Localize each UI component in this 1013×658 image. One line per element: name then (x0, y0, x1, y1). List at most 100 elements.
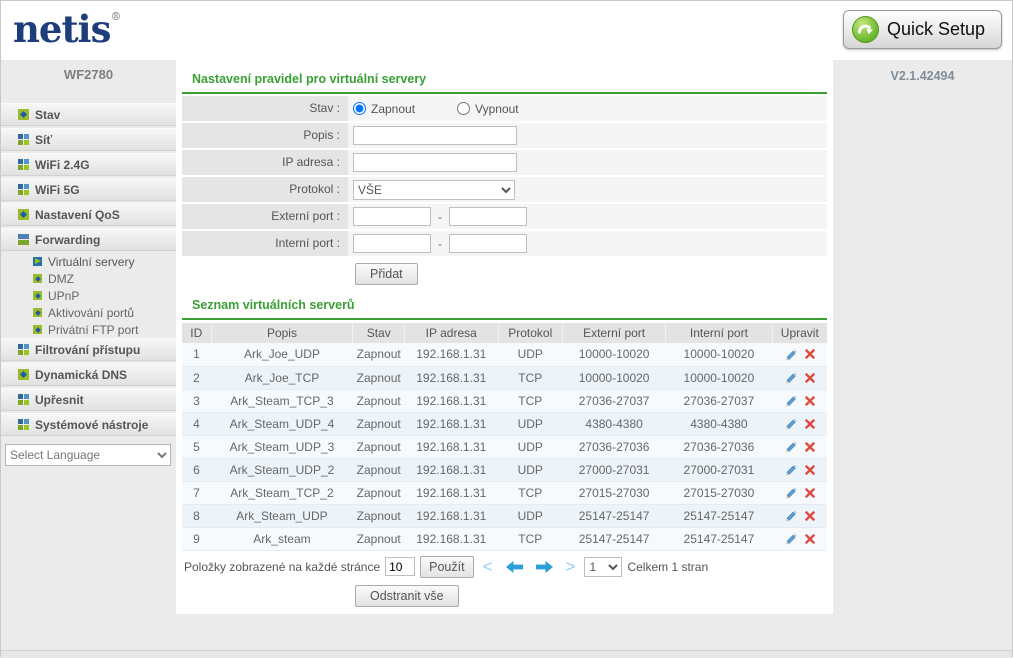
table-cell: 3 (182, 389, 211, 412)
sidebar-item-11[interactable]: Filtrování přístupu (1, 338, 176, 361)
sidebar-item-0[interactable]: Stav (1, 103, 176, 126)
delete-x-icon[interactable] (804, 348, 816, 360)
sidebar-item-12[interactable]: Dynamická DNS (1, 363, 176, 386)
table-cell-actions (772, 435, 827, 458)
delete-x-icon[interactable] (804, 418, 816, 430)
form-row-external-port: Externí port : - (182, 204, 827, 229)
last-page-icon[interactable]: > (562, 558, 580, 575)
radio-disabled[interactable] (457, 102, 470, 115)
table-cell: Zapnout (353, 458, 405, 481)
sidebar-item-4[interactable]: Nastavení QoS (1, 203, 176, 226)
delete-all-row: Odstranit vše (355, 582, 827, 610)
table-cell: 27000-27031 (563, 458, 666, 481)
edit-pencil-icon[interactable] (784, 394, 797, 407)
delete-x-icon[interactable] (804, 510, 816, 522)
delete-x-icon[interactable] (804, 395, 816, 407)
edit-pencil-icon[interactable] (784, 509, 797, 522)
status-off-radio[interactable]: Vypnout (457, 102, 519, 116)
ip-label: IP adresa : (182, 150, 348, 175)
apply-button[interactable]: Použít (420, 556, 473, 578)
next-page-icon[interactable] (532, 560, 557, 574)
protocol-select[interactable]: VŠE (353, 180, 515, 200)
table-cell: 25147-25147 (666, 527, 772, 550)
table-cell: Zapnout (353, 481, 405, 504)
sidebar-item-label: Privátní FTP port (48, 323, 138, 337)
description-input[interactable] (353, 126, 517, 145)
sidebar-item-1[interactable]: Síť (1, 128, 176, 151)
sidebar-item-7[interactable]: DMZ (1, 270, 176, 287)
table-row: 8Ark_Steam_UDPZapnout192.168.1.31UDP2514… (182, 504, 827, 527)
column-header: IP adresa (405, 323, 499, 343)
delete-x-icon[interactable] (804, 464, 816, 476)
sidebar-item-label: Forwarding (35, 233, 100, 247)
column-header: Upravit (772, 323, 827, 343)
table-row: 7Ark_Steam_TCP_2Zapnout192.168.1.31TCP27… (182, 481, 827, 504)
sidebar-item-label: Síť (35, 133, 52, 147)
sidebar-item-8[interactable]: UPnP (1, 287, 176, 304)
sidebar-item-label: WiFi 2.4G (35, 158, 90, 172)
sidebar-item-10[interactable]: Privátní FTP port (1, 321, 176, 338)
grid-icon (18, 184, 29, 195)
diamond-icon (18, 369, 29, 380)
edit-pencil-icon[interactable] (784, 348, 797, 361)
sidebar-item-6[interactable]: Virtuální servery (1, 253, 176, 270)
column-header: Externí port (563, 323, 666, 343)
edit-pencil-icon[interactable] (784, 417, 797, 430)
table-cell: 10000-10020 (563, 343, 666, 366)
radio-enabled[interactable] (353, 102, 366, 115)
first-page-icon[interactable]: < (479, 558, 497, 575)
sidebar-item-label: Nastavení QoS (35, 208, 120, 222)
edit-pencil-icon[interactable] (784, 440, 797, 453)
page-body: WF2780 StavSíťWiFi 2.4GWiFi 5GNastavení … (1, 60, 1012, 650)
sidebar-item-2[interactable]: WiFi 2.4G (1, 153, 176, 176)
internal-port-to-input[interactable] (449, 234, 527, 253)
table-cell: UDP (498, 458, 563, 481)
quick-setup-label: Quick Setup (887, 19, 985, 40)
diamond-sub-icon (33, 291, 42, 300)
status-label: Stav : (182, 96, 348, 121)
form-section-title: Nastavení pravidel pro virtuální servery (182, 66, 827, 92)
total-pages-label: Celkem 1 stran (627, 560, 708, 574)
quick-setup-button[interactable]: Quick Setup (843, 10, 1002, 49)
sidebar-item-5[interactable]: Forwarding (1, 228, 176, 251)
delete-x-icon[interactable] (804, 533, 816, 545)
sidebar-item-label: Dynamická DNS (35, 368, 127, 382)
table-cell: Ark_Joe_TCP (211, 366, 353, 389)
edit-pencil-icon[interactable] (784, 371, 797, 384)
internal-port-from-input[interactable] (353, 234, 431, 253)
delete-all-button[interactable]: Odstranit vše (355, 585, 459, 607)
delete-x-icon[interactable] (804, 372, 816, 384)
external-port-to-input[interactable] (449, 207, 527, 226)
sidebar-item-13[interactable]: Upřesnit (1, 388, 176, 411)
edit-pencil-icon[interactable] (784, 463, 797, 476)
table-row: 3Ark_Steam_TCP_3Zapnout192.168.1.31TCP27… (182, 389, 827, 412)
table-cell: TCP (498, 527, 563, 550)
previous-page-icon[interactable] (502, 560, 527, 574)
table-cell: Zapnout (353, 389, 405, 412)
table-row: 5Ark_Steam_UDP_3Zapnout192.168.1.31UDP27… (182, 435, 827, 458)
table-cell: 10000-10020 (666, 343, 772, 366)
add-button[interactable]: Přidat (355, 263, 418, 285)
status-on-radio[interactable]: Zapnout (353, 102, 415, 116)
ip-input[interactable] (353, 153, 517, 172)
delete-x-icon[interactable] (804, 441, 816, 453)
table-cell: 27036-27037 (666, 389, 772, 412)
grid-icon (18, 344, 29, 355)
grid-icon (18, 134, 29, 145)
external-port-from-input[interactable] (353, 207, 431, 226)
table-cell: 4380-4380 (666, 412, 772, 435)
sidebar-nav: Stav Síť WiFi 2.4G WiFi 5G Nastavení QoS Forw… (1, 103, 176, 436)
sidebar-item-label: Filtrování přístupu (35, 343, 140, 357)
page-select[interactable]: 1 (584, 557, 622, 577)
items-per-page-input[interactable] (385, 557, 415, 576)
sidebar-item-14[interactable]: Systémové nástroje (1, 413, 176, 436)
sidebar-item-9[interactable]: Aktivování portů (1, 304, 176, 321)
delete-x-icon[interactable] (804, 487, 816, 499)
edit-pencil-icon[interactable] (784, 532, 797, 545)
language-select[interactable]: Select Language (5, 444, 171, 466)
play-icon (33, 257, 42, 266)
form-row-description: Popis : (182, 123, 827, 148)
quick-setup-arrow-icon (852, 16, 879, 43)
edit-pencil-icon[interactable] (784, 486, 797, 499)
sidebar-item-3[interactable]: WiFi 5G (1, 178, 176, 201)
